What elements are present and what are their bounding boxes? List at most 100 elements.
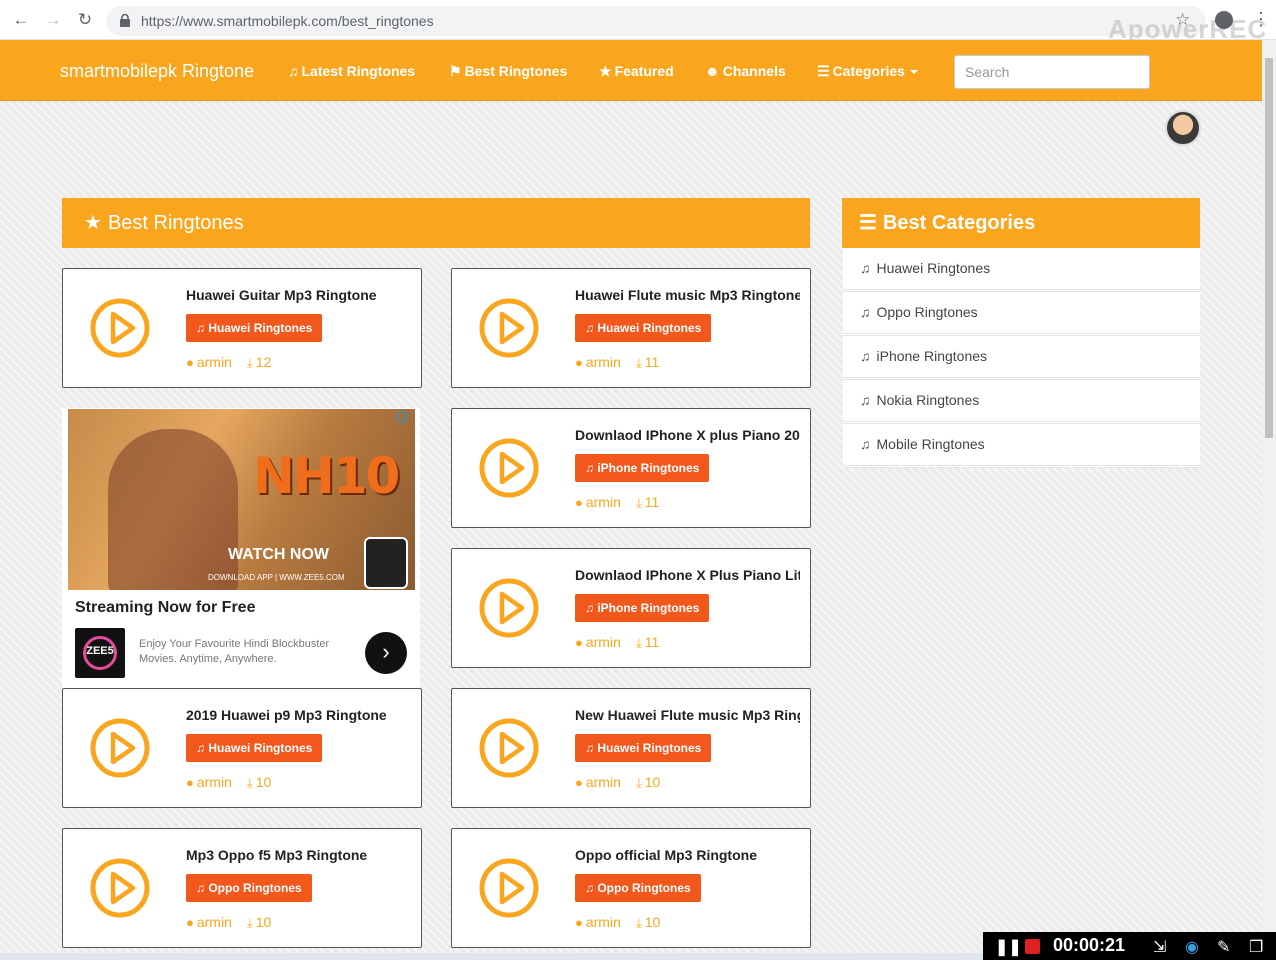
users-icon: ☻ bbox=[705, 63, 720, 79]
nav-categories-dropdown[interactable]: ☰ Categories bbox=[817, 63, 918, 80]
category-item-mobile[interactable]: ♫ Mobile Ringtones bbox=[843, 424, 1200, 468]
window-icon[interactable]: ❐ bbox=[1249, 937, 1263, 957]
music-icon: ♫ bbox=[585, 881, 594, 895]
play-icon[interactable] bbox=[89, 297, 151, 359]
reload-icon[interactable]: ↻ bbox=[76, 11, 94, 29]
ringtone-title[interactable]: Downlaod IPhone X plus Piano 2019 bbox=[575, 427, 800, 443]
ringtone-title[interactable]: Oppo official Mp3 Ringtone bbox=[575, 847, 800, 863]
caret-down-icon bbox=[909, 70, 918, 75]
author-link[interactable]: ● armin bbox=[186, 914, 232, 930]
ad-arrow-button[interactable]: › bbox=[365, 632, 407, 674]
category-badge-button[interactable]: ♫ iPhone Ringtones bbox=[575, 594, 710, 622]
list-icon: ☰ bbox=[859, 212, 877, 234]
author-link[interactable]: ● armin bbox=[575, 774, 621, 790]
play-icon[interactable] bbox=[478, 717, 540, 779]
category-item-oppo[interactable]: ♫ Oppo Ringtones bbox=[843, 292, 1200, 336]
ringtone-title[interactable]: Downlaod IPhone X Plus Piano Lite bbox=[575, 567, 800, 583]
ringtone-card[interactable]: Huawei Guitar Mp3 Ringtone ♫ Huawei Ringt… bbox=[62, 268, 422, 388]
ad-headline[interactable]: Streaming Now for Free bbox=[75, 599, 255, 617]
browser-profile-icon[interactable] bbox=[1215, 11, 1233, 29]
ringtone-card[interactable]: New Huawei Flute music Mp3 Ringtone ♫ Hua… bbox=[451, 688, 811, 808]
play-icon[interactable] bbox=[89, 717, 151, 779]
play-icon[interactable] bbox=[478, 297, 540, 359]
camera-icon[interactable]: ◉ bbox=[1185, 937, 1199, 957]
stop-icon[interactable] bbox=[1025, 939, 1040, 954]
author-link[interactable]: ● armin bbox=[575, 914, 621, 930]
user-icon: ● bbox=[186, 775, 194, 790]
play-icon[interactable] bbox=[89, 857, 151, 919]
ringtone-title[interactable]: 2019 Huawei p9 Mp3 Ringtone bbox=[186, 707, 411, 723]
music-icon: ♫ bbox=[196, 741, 205, 755]
author-link[interactable]: ● armin bbox=[186, 774, 232, 790]
back-arrow-icon[interactable]: ← bbox=[12, 11, 30, 29]
music-icon: ♫ bbox=[860, 304, 871, 320]
site-brand[interactable]: smartmobilepk Ringtone bbox=[60, 61, 254, 82]
recording-timer: 00:00:21 bbox=[1053, 935, 1126, 955]
play-icon[interactable] bbox=[478, 857, 540, 919]
forward-arrow-icon[interactable]: → bbox=[44, 11, 62, 29]
address-bar[interactable]: https://www.smartmobilepk.com/best_ringt… bbox=[106, 6, 1206, 36]
download-count: ⤓ 10 bbox=[636, 914, 661, 930]
ad-banner-image[interactable]: NH10 WATCH NOW DOWNLOAD APP | WWW.ZEE5.C… bbox=[68, 409, 415, 590]
author-link[interactable]: ● armin bbox=[186, 354, 232, 370]
music-icon: ♫ bbox=[860, 348, 871, 364]
download-count: ⤓ 11 bbox=[636, 354, 660, 370]
download-count: ⤓ 10 bbox=[247, 914, 272, 930]
play-icon[interactable] bbox=[478, 577, 540, 639]
nav-best-ringtones[interactable]: ⚑ Best Ringtones bbox=[449, 63, 567, 80]
ringtone-title[interactable]: Mp3 Oppo f5 Mp3 Ringtone bbox=[186, 847, 411, 863]
download-icon: ⤓ bbox=[247, 775, 253, 790]
page-scrollbar[interactable] bbox=[1262, 40, 1276, 950]
ad-small-text: DOWNLOAD APP | WWW.ZEE5.COM bbox=[208, 573, 345, 582]
list-icon: ☰ bbox=[817, 63, 830, 79]
ringtone-title[interactable]: Huawei Guitar Mp3 Ringtone bbox=[186, 287, 411, 303]
download-icon: ⤓ bbox=[636, 635, 642, 650]
ringtone-card[interactable]: Downlaod IPhone X plus Piano 2019 ♫ iPhon… bbox=[451, 408, 811, 528]
download-icon: ⤓ bbox=[247, 355, 253, 370]
category-item-huawei[interactable]: ♫ Huawei Ringtones bbox=[843, 248, 1200, 292]
ad-logo-text: ZEE5 bbox=[86, 645, 114, 657]
category-badge-button[interactable]: ♫ Huawei Ringtones bbox=[575, 314, 712, 342]
nav-latest-ringtones[interactable]: ♫ Latest Ringtones bbox=[288, 63, 415, 79]
play-icon[interactable] bbox=[478, 437, 540, 499]
download-icon: ⤓ bbox=[636, 915, 642, 930]
ringtone-card[interactable]: Huawei Flute music Mp3 Ringtone ♫ Huawei … bbox=[451, 268, 811, 388]
nav-channels[interactable]: ☻ Channels bbox=[705, 63, 786, 79]
nav-featured[interactable]: ★ Featured bbox=[599, 63, 674, 80]
star-icon: ★ bbox=[599, 63, 612, 79]
category-badge-button[interactable]: ♫ Huawei Ringtones bbox=[186, 734, 323, 762]
author-link[interactable]: ● armin bbox=[575, 634, 621, 650]
minimize-icon[interactable]: ⇲ bbox=[1153, 937, 1166, 957]
ringtone-card[interactable]: Mp3 Oppo f5 Mp3 Ringtone ♫ Oppo Ringtones… bbox=[62, 828, 422, 948]
ringtone-card[interactable]: Downlaod IPhone X Plus Piano Lite ♫ iPhon… bbox=[451, 548, 811, 668]
scrollbar-thumb[interactable] bbox=[1265, 58, 1273, 438]
bookmark-star-icon[interactable]: ☆ bbox=[1175, 10, 1190, 30]
category-item-iphone[interactable]: ♫ iPhone Ringtones bbox=[843, 336, 1200, 380]
category-badge-button[interactable]: ♫ Huawei Ringtones bbox=[575, 734, 712, 762]
ad-phone-image bbox=[364, 537, 408, 589]
ringtone-title[interactable]: New Huawei Flute music Mp3 Ringtone bbox=[575, 707, 800, 723]
ringtone-card[interactable]: 2019 Huawei p9 Mp3 Ringtone ♫ Huawei Ring… bbox=[62, 688, 422, 808]
author-link[interactable]: ● armin bbox=[575, 354, 621, 370]
category-badge-button[interactable]: ♫ iPhone Ringtones bbox=[575, 454, 710, 482]
category-badge-button[interactable]: ♫ Huawei Ringtones bbox=[186, 314, 323, 342]
browser-menu-icon[interactable]: ⋮ bbox=[1252, 10, 1270, 28]
download-icon: ⤓ bbox=[636, 775, 642, 790]
search-input[interactable] bbox=[954, 55, 1150, 89]
pause-icon[interactable]: ❚❚ bbox=[995, 937, 1022, 957]
ad-logo[interactable]: ZEE5 bbox=[75, 628, 125, 678]
category-item-nokia[interactable]: ♫ Nokia Ringtones bbox=[843, 380, 1200, 424]
music-icon: ♫ bbox=[585, 741, 594, 755]
ad-close-icon[interactable]: ✕ bbox=[412, 409, 415, 425]
category-badge-button[interactable]: ♫ Oppo Ringtones bbox=[575, 874, 701, 902]
ringtone-card[interactable]: Oppo official Mp3 Ringtone ♫ Oppo Rington… bbox=[451, 828, 811, 948]
advertisement[interactable]: NH10 WATCH NOW DOWNLOAD APP | WWW.ZEE5.C… bbox=[62, 408, 420, 688]
ad-info-icon[interactable]: i bbox=[396, 411, 408, 423]
pen-icon[interactable]: ✎ bbox=[1217, 937, 1230, 957]
category-badge-button[interactable]: ♫ Oppo Ringtones bbox=[186, 874, 312, 902]
author-link[interactable]: ● armin bbox=[575, 494, 621, 510]
user-avatar[interactable] bbox=[1165, 110, 1201, 146]
ringtone-title[interactable]: Huawei Flute music Mp3 Ringtone bbox=[575, 287, 800, 303]
ad-figure-image bbox=[108, 429, 238, 590]
site-navbar: smartmobilepk Ringtone ♫ Latest Ringtones… bbox=[0, 40, 1262, 101]
